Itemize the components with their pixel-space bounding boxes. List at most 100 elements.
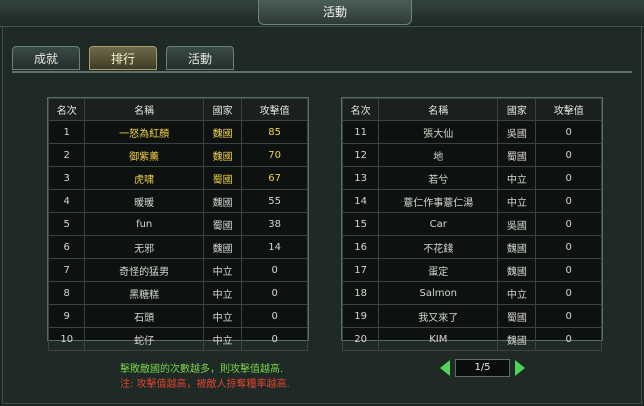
table-row: 8 黑糖糕 中立 0 bbox=[47, 281, 308, 305]
table-row: 6 无邪 魏國 14 bbox=[47, 235, 308, 259]
table-row: 16 不花錢 魏國 0 bbox=[341, 235, 602, 259]
page-indicator: 1/5 bbox=[455, 359, 510, 377]
country-cell: 吳國 bbox=[497, 120, 537, 144]
tab-activities[interactable]: 活動 bbox=[166, 46, 234, 70]
name-cell: 御紫薰 bbox=[84, 143, 204, 167]
table-row: 4 暖暖 魏國 55 bbox=[47, 189, 308, 213]
attack-cell: 0 bbox=[535, 166, 602, 190]
header-attack: 攻擊值 bbox=[241, 98, 308, 121]
table-header-row: 名次 名稱 國家 攻擊值 bbox=[47, 98, 308, 121]
attack-cell: 0 bbox=[241, 327, 308, 351]
country-cell: 蜀國 bbox=[202, 212, 243, 236]
table-row: 13 若兮 中立 0 bbox=[341, 166, 602, 190]
name-cell: 薏仁作事薏仁湯 bbox=[378, 189, 499, 213]
rank-cell: 8 bbox=[47, 281, 86, 305]
attack-cell: 0 bbox=[535, 281, 602, 305]
country-cell: 中立 bbox=[497, 189, 537, 213]
country-cell: 吳國 bbox=[497, 212, 537, 236]
rank-cell: 7 bbox=[47, 258, 86, 282]
rank-cell: 9 bbox=[47, 304, 86, 328]
rank-cell: 17 bbox=[341, 258, 380, 282]
name-cell: 虎啸 bbox=[84, 166, 204, 190]
ranking-table-right: 名次 名稱 國家 攻擊值 11 張大仙 吳國 0 12 地蜀國 0 13 若兮 中立 0 14 薏仁作事… bbox=[341, 97, 603, 351]
window-title: 活動 bbox=[258, 0, 412, 25]
country-cell: 魏國 bbox=[202, 235, 243, 259]
header-country: 國家 bbox=[497, 98, 537, 121]
attack-cell: 0 bbox=[535, 120, 602, 144]
name-cell: 不花錢 bbox=[378, 235, 499, 259]
rank-cell: 2 bbox=[47, 143, 86, 167]
name-cell: Car bbox=[378, 212, 499, 236]
tab-divider bbox=[12, 71, 632, 73]
country-cell: 魏國 bbox=[497, 327, 537, 351]
table-header-row: 名次 名稱 國家 攻擊值 bbox=[341, 98, 602, 121]
country-cell: 魏國 bbox=[497, 235, 537, 259]
attack-cell: 0 bbox=[535, 327, 602, 351]
header-rank: 名次 bbox=[341, 98, 380, 121]
attack-cell: 0 bbox=[535, 212, 602, 236]
country-cell: 蜀國 bbox=[497, 143, 537, 167]
warning-message: 注: 攻擊值越高，被敵人掠奪糧率越高. bbox=[120, 379, 290, 390]
country-cell: 中立 bbox=[497, 281, 537, 305]
name-cell: 无邪 bbox=[84, 235, 204, 259]
rank-cell: 16 bbox=[341, 235, 380, 259]
attack-cell: 0 bbox=[241, 281, 308, 305]
table-row: 18 Salmon 中立 0 bbox=[341, 281, 602, 305]
rank-cell: 1 bbox=[47, 120, 86, 144]
country-cell: 中立 bbox=[202, 281, 243, 305]
prev-page-arrow-icon[interactable] bbox=[440, 360, 450, 376]
table-row: 11 張大仙 吳國 0 bbox=[341, 120, 602, 144]
rank-cell: 20 bbox=[341, 327, 380, 351]
header-name: 名稱 bbox=[84, 98, 204, 121]
rank-cell: 3 bbox=[47, 166, 86, 190]
rank-cell: 15 bbox=[341, 212, 380, 236]
name-cell: 若兮 bbox=[378, 166, 499, 190]
country-cell: 中立 bbox=[202, 304, 243, 328]
attack-cell: 0 bbox=[535, 235, 602, 259]
rank-cell: 19 bbox=[341, 304, 380, 328]
table-row: 7 奇怪的猛男 中立 0 bbox=[47, 258, 308, 282]
name-cell: 奇怪的猛男 bbox=[84, 258, 204, 282]
name-cell: 石頭 bbox=[84, 304, 204, 328]
rank-cell: 14 bbox=[341, 189, 380, 213]
attack-cell: 14 bbox=[241, 235, 308, 259]
attack-cell: 0 bbox=[535, 143, 602, 167]
attack-cell: 67 bbox=[241, 166, 308, 190]
table-row: 12 地蜀國 0 bbox=[341, 143, 602, 167]
name-cell: 我又來了 bbox=[378, 304, 499, 328]
attack-cell: 38 bbox=[241, 212, 308, 236]
name-cell: 張大仙 bbox=[378, 120, 499, 144]
next-page-arrow-icon[interactable] bbox=[515, 360, 525, 376]
header-name: 名稱 bbox=[378, 98, 499, 121]
rank-cell: 6 bbox=[47, 235, 86, 259]
name-cell: 暖暖 bbox=[84, 189, 204, 213]
name-cell: 一怒為紅顏 bbox=[84, 120, 204, 144]
table-row: 9 石頭 中立 0 bbox=[47, 304, 308, 328]
attack-cell: 85 bbox=[241, 120, 308, 144]
country-cell: 魏國 bbox=[202, 143, 243, 167]
rank-cell: 12 bbox=[341, 143, 380, 167]
rank-cell: 5 bbox=[47, 212, 86, 236]
attack-cell: 0 bbox=[241, 258, 308, 282]
name-cell: 蛋定 bbox=[378, 258, 499, 282]
country-cell: 中立 bbox=[202, 258, 243, 282]
header-attack: 攻擊值 bbox=[535, 98, 602, 121]
table-row: 20 KIM 魏國 0 bbox=[341, 327, 602, 351]
tab-ranking[interactable]: 排行 bbox=[89, 46, 157, 70]
attack-cell: 55 bbox=[241, 189, 308, 213]
name-cell: fun bbox=[84, 212, 204, 236]
rank-cell: 10 bbox=[47, 327, 86, 351]
table-row: 15 Car 吳國 0 bbox=[341, 212, 602, 236]
attack-cell: 0 bbox=[535, 189, 602, 213]
attack-cell: 0 bbox=[535, 258, 602, 282]
table-row: 19 我又來了 蜀國 0 bbox=[341, 304, 602, 328]
country-cell: 魏國 bbox=[202, 189, 243, 213]
tab-achievements[interactable]: 成就 bbox=[12, 46, 80, 70]
country-cell: 中立 bbox=[497, 166, 537, 190]
rank-cell: 11 bbox=[341, 120, 380, 144]
table-row: 10 蛇仔 中立 0 bbox=[47, 327, 308, 351]
country-cell: 魏國 bbox=[202, 120, 243, 144]
table-row: 5 fun 蜀國 38 bbox=[47, 212, 308, 236]
table-row: 17 蛋定 魏國 0 bbox=[341, 258, 602, 282]
rank-cell: 4 bbox=[47, 189, 86, 213]
